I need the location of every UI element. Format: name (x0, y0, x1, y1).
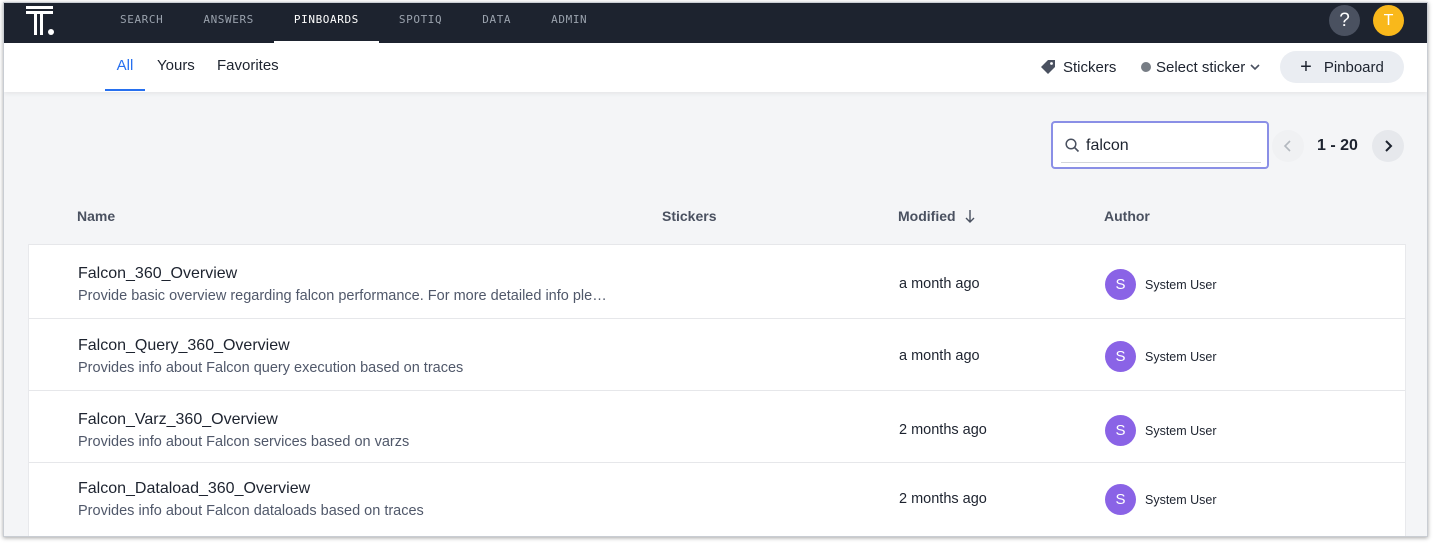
pinboard-title[interactable]: Falcon_360_Overview (78, 265, 237, 283)
column-header-author[interactable]: Author (1104, 208, 1150, 224)
modified-time: a month ago (899, 276, 980, 292)
add-pinboard-label: Pinboard (1323, 58, 1384, 76)
column-header-stickers: Stickers (662, 208, 717, 224)
table-row[interactable]: Falcon_Varz_360_Overview Provides info a… (29, 390, 1405, 462)
author-name: System User (1145, 493, 1217, 507)
pinboard-description: Provides info about Falcon query executi… (78, 360, 464, 376)
help-button[interactable]: ? (1329, 5, 1360, 36)
table-row[interactable]: Falcon_360_Overview Provide basic overvi… (29, 244, 1405, 318)
pinboard-description: Provides info about Falcon services base… (78, 434, 410, 450)
nav-data[interactable]: DATA (462, 3, 531, 43)
sticker-dot-icon (1141, 62, 1151, 72)
select-sticker-label: Select sticker (1156, 58, 1246, 76)
stickers-label: Stickers (1063, 58, 1117, 76)
select-sticker-dropdown[interactable]: Select sticker (1141, 56, 1260, 78)
author-avatar: S (1105, 484, 1136, 515)
nav-pinboards[interactable]: PINBOARDS (273, 3, 379, 43)
main-nav: SEARCH ANSWERS PINBOARDS SPOTIQ DATA ADM… (100, 3, 607, 43)
nav-spotiq[interactable]: SPOTIQ (379, 3, 462, 43)
pinboard-title[interactable]: Falcon_Query_360_Overview (78, 337, 290, 355)
pager-prev-button[interactable] (1272, 130, 1304, 162)
search-field (1061, 129, 1261, 163)
author-avatar: S (1105, 269, 1136, 300)
tag-icon (1041, 60, 1055, 74)
chevron-right-icon (1385, 140, 1393, 152)
plus-icon: + (1300, 56, 1312, 78)
search-input[interactable] (1086, 136, 1246, 155)
search-icon (1065, 138, 1080, 153)
nav-search[interactable]: SEARCH (100, 3, 183, 43)
nav-admin[interactable]: ADMIN (531, 3, 607, 43)
user-avatar[interactable]: T (1373, 5, 1404, 36)
tab-favorites[interactable]: Favorites (217, 43, 279, 91)
search-box (1051, 121, 1269, 169)
modified-time: a month ago (899, 348, 980, 364)
pinboard-description: Provides info about Falcon dataloads bas… (78, 503, 424, 519)
thoughtspot-logo-icon[interactable] (26, 6, 56, 36)
app-window: SEARCH ANSWERS PINBOARDS SPOTIQ DATA ADM… (3, 2, 1428, 537)
column-header-name[interactable]: Name (77, 208, 115, 224)
nav-answers[interactable]: ANSWERS (183, 3, 274, 43)
column-header-modified-label: Modified (898, 208, 956, 224)
author-avatar: S (1105, 341, 1136, 372)
pinboard-title[interactable]: Falcon_Dataload_360_Overview (78, 480, 310, 498)
chevron-left-icon (1283, 140, 1291, 152)
stickers-button[interactable]: Stickers (1040, 56, 1116, 78)
author-avatar: S (1105, 415, 1136, 446)
pinboard-title[interactable]: Falcon_Varz_360_Overview (78, 411, 278, 429)
table-row[interactable]: Falcon_Query_360_Overview Provides info … (29, 318, 1405, 390)
sub-header: All Yours Favorites Stickers Select stic… (4, 43, 1427, 92)
table-row[interactable]: Falcon_Dataload_360_Overview Provides in… (29, 462, 1405, 536)
pinboard-list: Falcon_360_Overview Provide basic overvi… (28, 244, 1406, 536)
pinboard-description: Provide basic overview regarding falcon … (78, 288, 607, 304)
add-pinboard-button[interactable]: + Pinboard (1280, 51, 1404, 83)
modified-time: 2 months ago (899, 491, 987, 507)
author-name: System User (1145, 350, 1217, 364)
column-header-modified[interactable]: Modified (898, 208, 975, 224)
tab-yours[interactable]: Yours (157, 43, 195, 91)
pager-range: 1 - 20 (1317, 137, 1358, 154)
top-nav-bar: SEARCH ANSWERS PINBOARDS SPOTIQ DATA ADM… (4, 3, 1427, 43)
tab-all[interactable]: All (105, 43, 145, 91)
pager-next-button[interactable] (1372, 130, 1404, 162)
chevron-down-icon (1250, 64, 1260, 71)
sort-down-arrow-icon (965, 210, 975, 223)
modified-time: 2 months ago (899, 422, 987, 438)
author-name: System User (1145, 424, 1217, 438)
author-name: System User (1145, 278, 1217, 292)
